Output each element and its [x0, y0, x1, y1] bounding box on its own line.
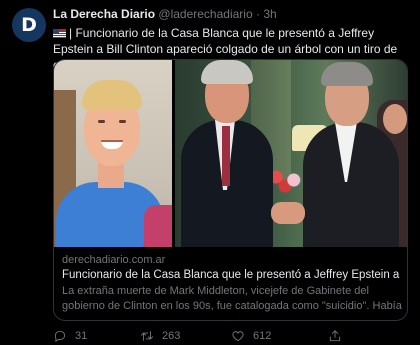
photo-portrait [54, 60, 172, 247]
reply-button[interactable]: 31 [53, 328, 87, 344]
card-title: Funcionario de la Casa Blanca que le pre… [62, 269, 402, 281]
retweet-icon [140, 331, 154, 341]
tweet-time[interactable]: 3h [263, 7, 276, 21]
share-button[interactable] [328, 328, 342, 344]
avatar[interactable]: D [12, 8, 46, 42]
card-domain: derechadiario.com.ar [62, 254, 166, 266]
share-icon [329, 330, 341, 342]
separator: · [255, 7, 260, 21]
card-image [54, 60, 407, 247]
like-count: 612 [253, 330, 272, 342]
us-flag-icon [53, 29, 66, 38]
author-name[interactable]: La Derecha Diario [53, 7, 155, 21]
reply-icon [54, 330, 66, 343]
photo-handshake [175, 60, 407, 247]
avatar-initial: D [21, 14, 37, 36]
action-bar: 31 263 612 [53, 328, 408, 344]
author-handle[interactable]: @laderechadiario [158, 7, 252, 21]
card-description: La extraña muerte de Mark Middleton, vic… [62, 285, 402, 321]
reply-count: 31 [75, 330, 88, 342]
retweet-count: 263 [162, 330, 181, 342]
like-button[interactable]: 612 [231, 328, 271, 344]
heart-icon [232, 331, 244, 342]
link-card[interactable]: derechadiario.com.ar Funcionario de la C… [53, 59, 408, 321]
retweet-button[interactable]: 263 [140, 328, 180, 344]
tweet-header: La Derecha Diario @laderechadiario · 3h [53, 7, 408, 21]
